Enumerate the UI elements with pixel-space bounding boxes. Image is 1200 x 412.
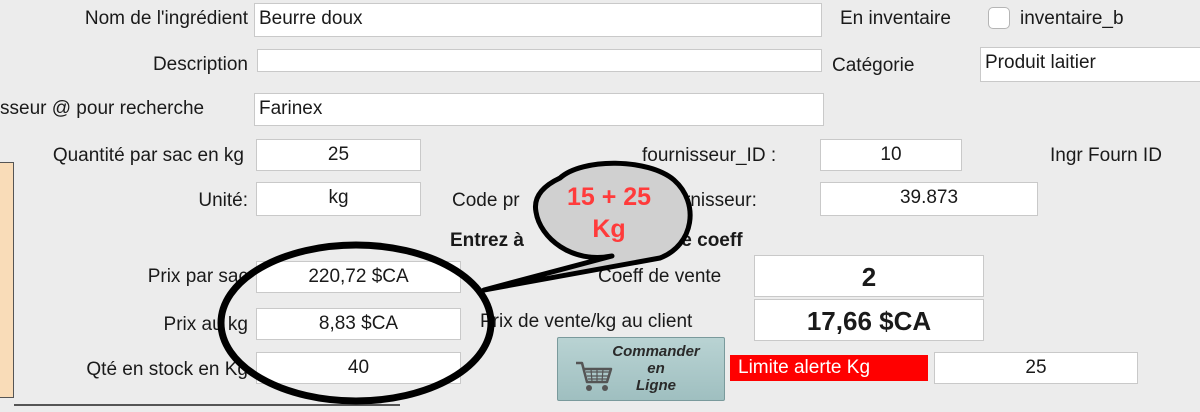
annotation-line2: Kg (592, 215, 626, 243)
annotation-line1: 15 + 25 (566, 183, 652, 211)
annotation-text: 15 + 25 Kg (534, 181, 684, 245)
highlight-ellipse (217, 241, 495, 405)
